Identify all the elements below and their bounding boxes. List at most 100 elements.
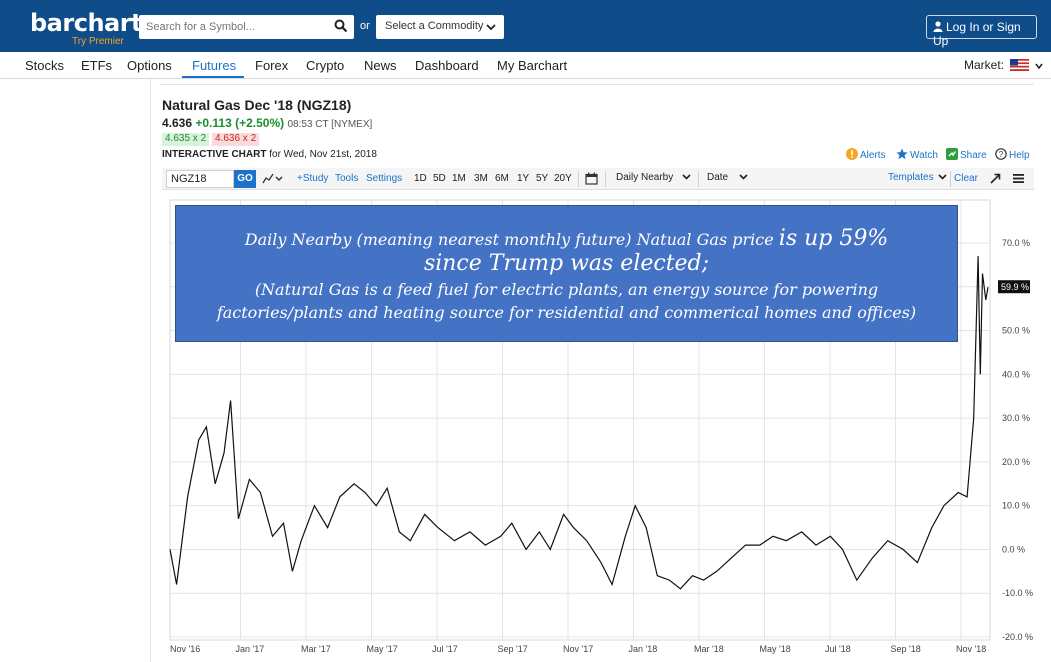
user-icon bbox=[933, 21, 943, 32]
period-1d[interactable]: 1D bbox=[414, 173, 427, 184]
x-tick-label: Sep '18 bbox=[891, 644, 921, 654]
period-1m[interactable]: 1M bbox=[452, 173, 466, 184]
share-icon bbox=[946, 148, 958, 160]
annotation-line-4: factories/plants and heating source for … bbox=[216, 303, 917, 322]
y-axis-labels: 70.0 %60.0 %50.0 %40.0 %30.0 %20.0 %10.0… bbox=[1002, 238, 1033, 642]
nav-item-dashboard[interactable]: Dashboard bbox=[415, 58, 479, 73]
bid-badge: 4.635 x 2 bbox=[162, 133, 210, 146]
annotation-line-2: since Trump was elected; bbox=[423, 251, 710, 276]
chart-type-icon[interactable] bbox=[262, 172, 284, 185]
toolbar-divider bbox=[578, 171, 579, 187]
barchart-logo[interactable]: barchart bbox=[30, 9, 143, 37]
toolbar-divider bbox=[950, 171, 951, 187]
try-premier-link[interactable]: Try Premier bbox=[72, 36, 124, 47]
x-tick-label: May '18 bbox=[760, 644, 791, 654]
x-tick-label: Mar '18 bbox=[694, 644, 724, 654]
search-input[interactable] bbox=[139, 15, 319, 39]
nav-item-options[interactable]: Options bbox=[127, 58, 172, 73]
content-divider bbox=[160, 84, 1034, 85]
date-dropdown[interactable]: Date bbox=[707, 172, 748, 183]
active-tab-indicator bbox=[182, 76, 244, 78]
nav-item-forex[interactable]: Forex bbox=[255, 58, 288, 73]
alerts-label: Alerts bbox=[860, 150, 886, 161]
nearby-dropdown[interactable]: Daily Nearby bbox=[616, 172, 691, 183]
menu-icon[interactable] bbox=[1012, 172, 1025, 185]
go-button[interactable]: GO bbox=[234, 170, 256, 188]
templates-dropdown[interactable]: Templates bbox=[888, 172, 947, 183]
period-5y[interactable]: 5Y bbox=[536, 173, 548, 184]
nav-item-crypto[interactable]: Crypto bbox=[306, 58, 344, 73]
login-label: Log In or Sign Up bbox=[933, 20, 1021, 48]
market-label: Market: bbox=[964, 58, 1005, 72]
ask-badge: 4.636 x 2 bbox=[212, 133, 260, 146]
date-dropdown-label: Date bbox=[707, 172, 729, 183]
add-study-button[interactable]: +Study bbox=[297, 173, 328, 184]
watch-label: Watch bbox=[910, 150, 938, 161]
share-label: Share bbox=[960, 150, 987, 161]
settings-button[interactable]: Settings bbox=[366, 173, 402, 184]
share-link[interactable]: Share bbox=[946, 148, 987, 161]
chevron-down-icon[interactable] bbox=[1035, 62, 1043, 70]
or-label: or bbox=[360, 20, 370, 32]
chart-heading-label: INTERACTIVE CHART bbox=[162, 149, 267, 160]
x-tick-label: Jul '17 bbox=[432, 644, 458, 654]
period-20y[interactable]: 20Y bbox=[554, 173, 572, 184]
commodity-select-label: Select a Commodity bbox=[385, 20, 484, 32]
top-header: barchart Try Premier or Select a Commodi… bbox=[0, 0, 1051, 52]
y-tick-label: 30.0 % bbox=[1002, 413, 1030, 423]
calendar-icon[interactable] bbox=[585, 172, 598, 185]
help-label: Help bbox=[1009, 150, 1030, 161]
y-tick-label: 0.0 % bbox=[1002, 544, 1025, 554]
x-axis-labels: Nov '16 Jan '17 Mar '17 May '17 Jul '17 Sep '… bbox=[170, 644, 986, 654]
annotation-line-3: (Natural Gas is a feed fuel for electric… bbox=[254, 280, 879, 299]
symbol-input[interactable]: NGZ18 bbox=[166, 170, 234, 188]
commodity-select[interactable]: Select a Commodity bbox=[376, 15, 504, 39]
alerts-link[interactable]: Alerts bbox=[846, 148, 886, 161]
annotation-box: Daily Nearby (meaning nearest monthly fu… bbox=[175, 205, 958, 342]
nav-item-my-barchart[interactable]: My Barchart bbox=[497, 58, 567, 73]
toolbar-divider bbox=[698, 171, 699, 187]
nav-item-etfs[interactable]: ETFs bbox=[81, 58, 112, 73]
page-title: Natural Gas Dec '18 (NGZ18) bbox=[162, 97, 352, 113]
chevron-down-icon bbox=[938, 174, 947, 180]
login-button[interactable]: Log In or Sign Up bbox=[926, 15, 1037, 48]
nav-item-futures[interactable]: Futures bbox=[192, 58, 236, 73]
chevron-down-icon bbox=[739, 174, 748, 180]
watch-link[interactable]: Watch bbox=[896, 148, 938, 161]
period-5d[interactable]: 5D bbox=[433, 173, 446, 184]
x-tick-label: Nov '16 bbox=[170, 644, 200, 654]
y-tick-label: 70.0 % bbox=[1002, 238, 1030, 248]
expand-icon[interactable] bbox=[989, 172, 1002, 185]
annotation-highlight: is up 59% bbox=[778, 226, 889, 251]
search-icon[interactable] bbox=[334, 19, 348, 33]
y-tick-label: 20.0 % bbox=[1002, 457, 1030, 467]
x-tick-label: Mar '17 bbox=[301, 644, 331, 654]
alert-icon bbox=[846, 148, 858, 160]
main-nav: Stocks ETFs Options Futures Forex Crypto… bbox=[0, 52, 1051, 79]
period-3m[interactable]: 3M bbox=[474, 173, 488, 184]
nearby-dropdown-label: Daily Nearby bbox=[616, 172, 674, 183]
symbol-search[interactable] bbox=[139, 15, 354, 39]
us-flag-icon[interactable] bbox=[1010, 59, 1029, 71]
chevron-down-icon bbox=[682, 174, 691, 180]
annotation-line-1: Daily Nearby (meaning nearest monthly fu… bbox=[176, 226, 957, 251]
x-tick-label: Jul '18 bbox=[825, 644, 851, 654]
period-6m[interactable]: 6M bbox=[495, 173, 509, 184]
chart-toolbar: NGZ18 GO +Study Tools Settings 1D 5D 1M … bbox=[162, 168, 1034, 190]
period-1y[interactable]: 1Y bbox=[517, 173, 529, 184]
tools-button[interactable]: Tools bbox=[335, 173, 358, 184]
x-tick-label: May '17 bbox=[367, 644, 398, 654]
clear-button[interactable]: Clear bbox=[954, 173, 978, 184]
chevron-down-icon bbox=[486, 24, 496, 31]
y-tick-label: -20.0 % bbox=[1002, 632, 1033, 642]
annotation-line-1a: Daily Nearby (meaning nearest monthly fu… bbox=[244, 230, 774, 249]
nav-item-news[interactable]: News bbox=[364, 58, 397, 73]
help-link[interactable]: ? Help bbox=[995, 148, 1030, 161]
nav-item-stocks[interactable]: Stocks bbox=[25, 58, 64, 73]
x-tick-label: Jan '17 bbox=[236, 644, 265, 654]
chart-heading: INTERACTIVE CHART for Wed, Nov 21st, 201… bbox=[162, 149, 377, 160]
toolbar-divider bbox=[605, 171, 606, 187]
price-change: +0.113 (+2.50%) bbox=[195, 116, 285, 130]
y-tick-label: -10.0 % bbox=[1002, 588, 1033, 598]
chart-heading-date: for Wed, Nov 21st, 2018 bbox=[269, 149, 377, 160]
